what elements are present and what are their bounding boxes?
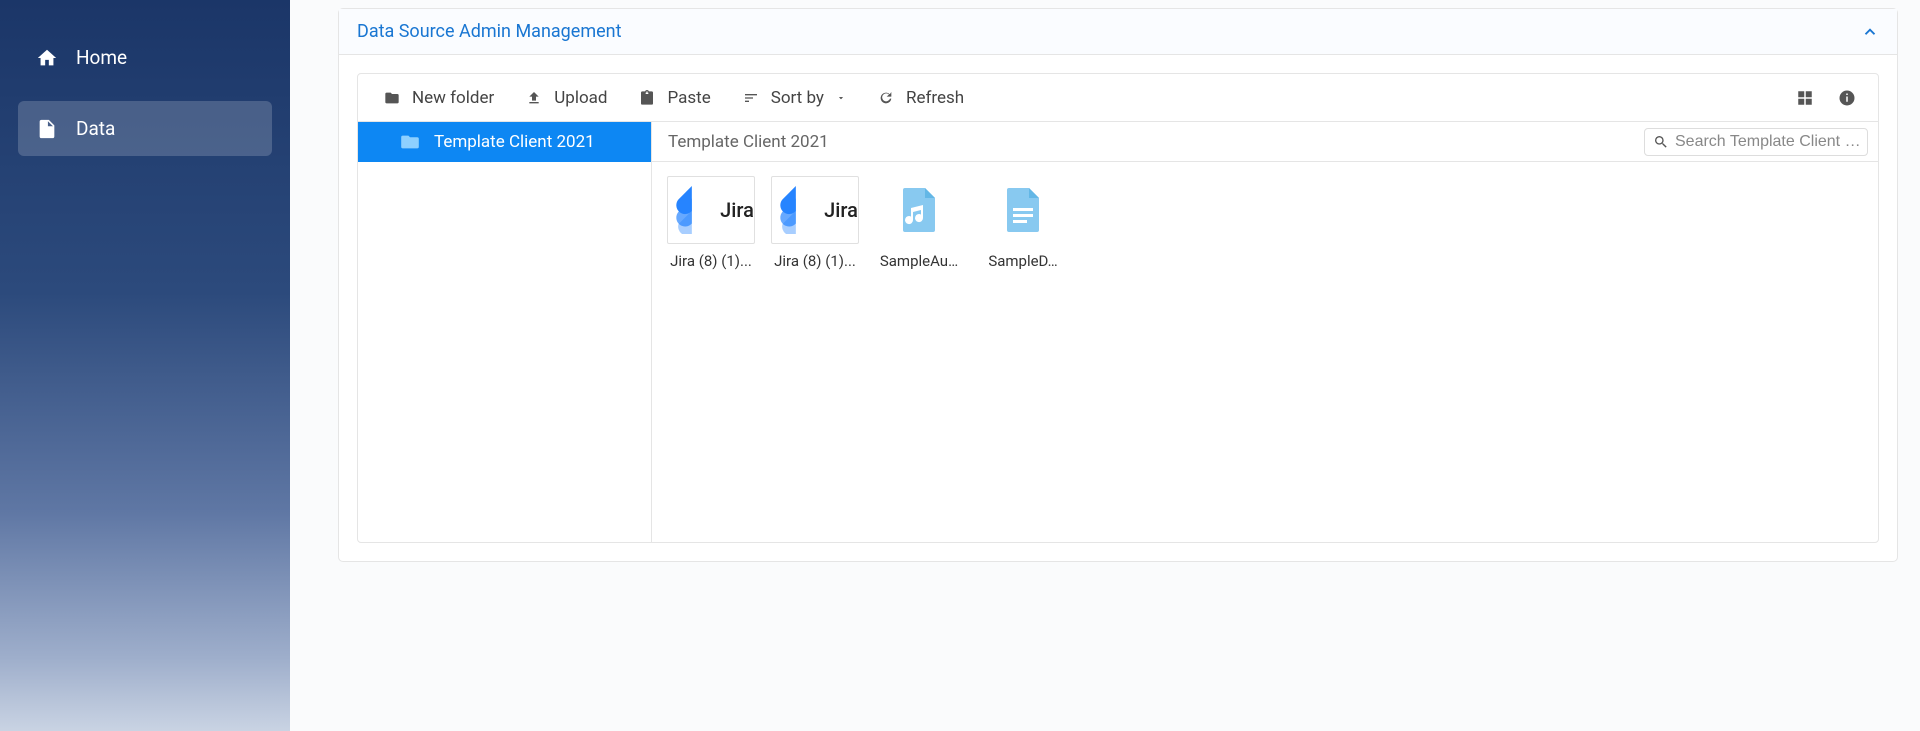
file-item[interactable]: SampleAu… xyxy=(874,176,964,270)
folder-icon xyxy=(384,90,400,106)
search-input[interactable] xyxy=(1675,133,1859,151)
file-topbar: Template Client 2021 xyxy=(652,122,1878,162)
breadcrumb: Template Client 2021 xyxy=(668,132,1634,152)
document-file-icon xyxy=(999,186,1047,234)
toolbar-label: Paste xyxy=(667,88,710,108)
file-area: Template Client 2021 xyxy=(652,122,1878,542)
grid-icon xyxy=(1796,89,1814,107)
file-thumbnail: Jira xyxy=(771,176,859,244)
panel-data-source-admin: Data Source Admin Management New folder … xyxy=(338,8,1898,562)
search-box[interactable] xyxy=(1644,128,1868,156)
toolbar-label: Refresh xyxy=(906,88,964,108)
file-manager-content: Template Client 2021 Template Client 202… xyxy=(358,122,1878,542)
sort-by-button[interactable]: Sort by xyxy=(729,80,860,116)
file-toolbar: New folder Upload Paste Sort by xyxy=(358,74,1878,122)
jira-logo-icon: Jira xyxy=(668,186,754,234)
file-thumbnail xyxy=(875,176,963,244)
file-name: Jira (8) (1)... xyxy=(666,252,756,270)
toolbar-label: Upload xyxy=(554,88,607,108)
clipboard-icon xyxy=(639,90,655,106)
view-grid-button[interactable] xyxy=(1786,79,1824,117)
home-icon xyxy=(36,47,58,69)
tree-item-label: Template Client 2021 xyxy=(434,132,595,152)
file-item[interactable]: SampleD… xyxy=(978,176,1068,270)
file-name: SampleAu… xyxy=(874,252,964,270)
sidebar-item-label: Data xyxy=(76,117,115,140)
refresh-button[interactable]: Refresh xyxy=(864,80,978,116)
file-item[interactable]: Jira Jira (8) (1)... xyxy=(666,176,756,270)
new-folder-button[interactable]: New folder xyxy=(370,80,508,116)
search-icon xyxy=(1653,134,1669,150)
sidebar: Home Data xyxy=(0,0,290,731)
file-thumbnail xyxy=(979,176,1067,244)
tree-item-template-client-2021[interactable]: Template Client 2021 xyxy=(358,122,651,162)
chevron-down-icon xyxy=(836,93,846,103)
file-icon xyxy=(36,118,58,140)
toolbar-label: Sort by xyxy=(771,88,824,108)
file-item[interactable]: Jira Jira (8) (1)... xyxy=(770,176,860,270)
file-thumbnail: Jira xyxy=(667,176,755,244)
refresh-icon xyxy=(878,90,894,106)
paste-button[interactable]: Paste xyxy=(625,80,724,116)
chevron-up-icon[interactable] xyxy=(1861,23,1879,41)
sidebar-item-home[interactable]: Home xyxy=(18,30,272,85)
sidebar-item-data[interactable]: Data xyxy=(18,101,272,156)
main-content: Data Source Admin Management New folder … xyxy=(290,0,1920,731)
info-button[interactable] xyxy=(1828,79,1866,117)
upload-icon xyxy=(526,90,542,106)
folder-icon xyxy=(400,134,420,150)
info-icon xyxy=(1838,89,1856,107)
jira-logo-icon: Jira xyxy=(772,186,858,234)
sidebar-item-label: Home xyxy=(76,46,127,69)
sort-icon xyxy=(743,90,759,106)
panel-header[interactable]: Data Source Admin Management xyxy=(339,9,1897,55)
upload-button[interactable]: Upload xyxy=(512,80,621,116)
file-manager: New folder Upload Paste Sort by xyxy=(357,73,1879,543)
file-name: SampleD… xyxy=(978,252,1068,270)
panel-body: New folder Upload Paste Sort by xyxy=(339,55,1897,561)
folder-tree: Template Client 2021 xyxy=(358,122,652,542)
toolbar-label: New folder xyxy=(412,88,494,108)
file-grid: Jira Jira (8) (1)... Jira xyxy=(652,162,1878,542)
audio-file-icon xyxy=(895,186,943,234)
file-name: Jira (8) (1)... xyxy=(770,252,860,270)
panel-title: Data Source Admin Management xyxy=(357,21,622,42)
